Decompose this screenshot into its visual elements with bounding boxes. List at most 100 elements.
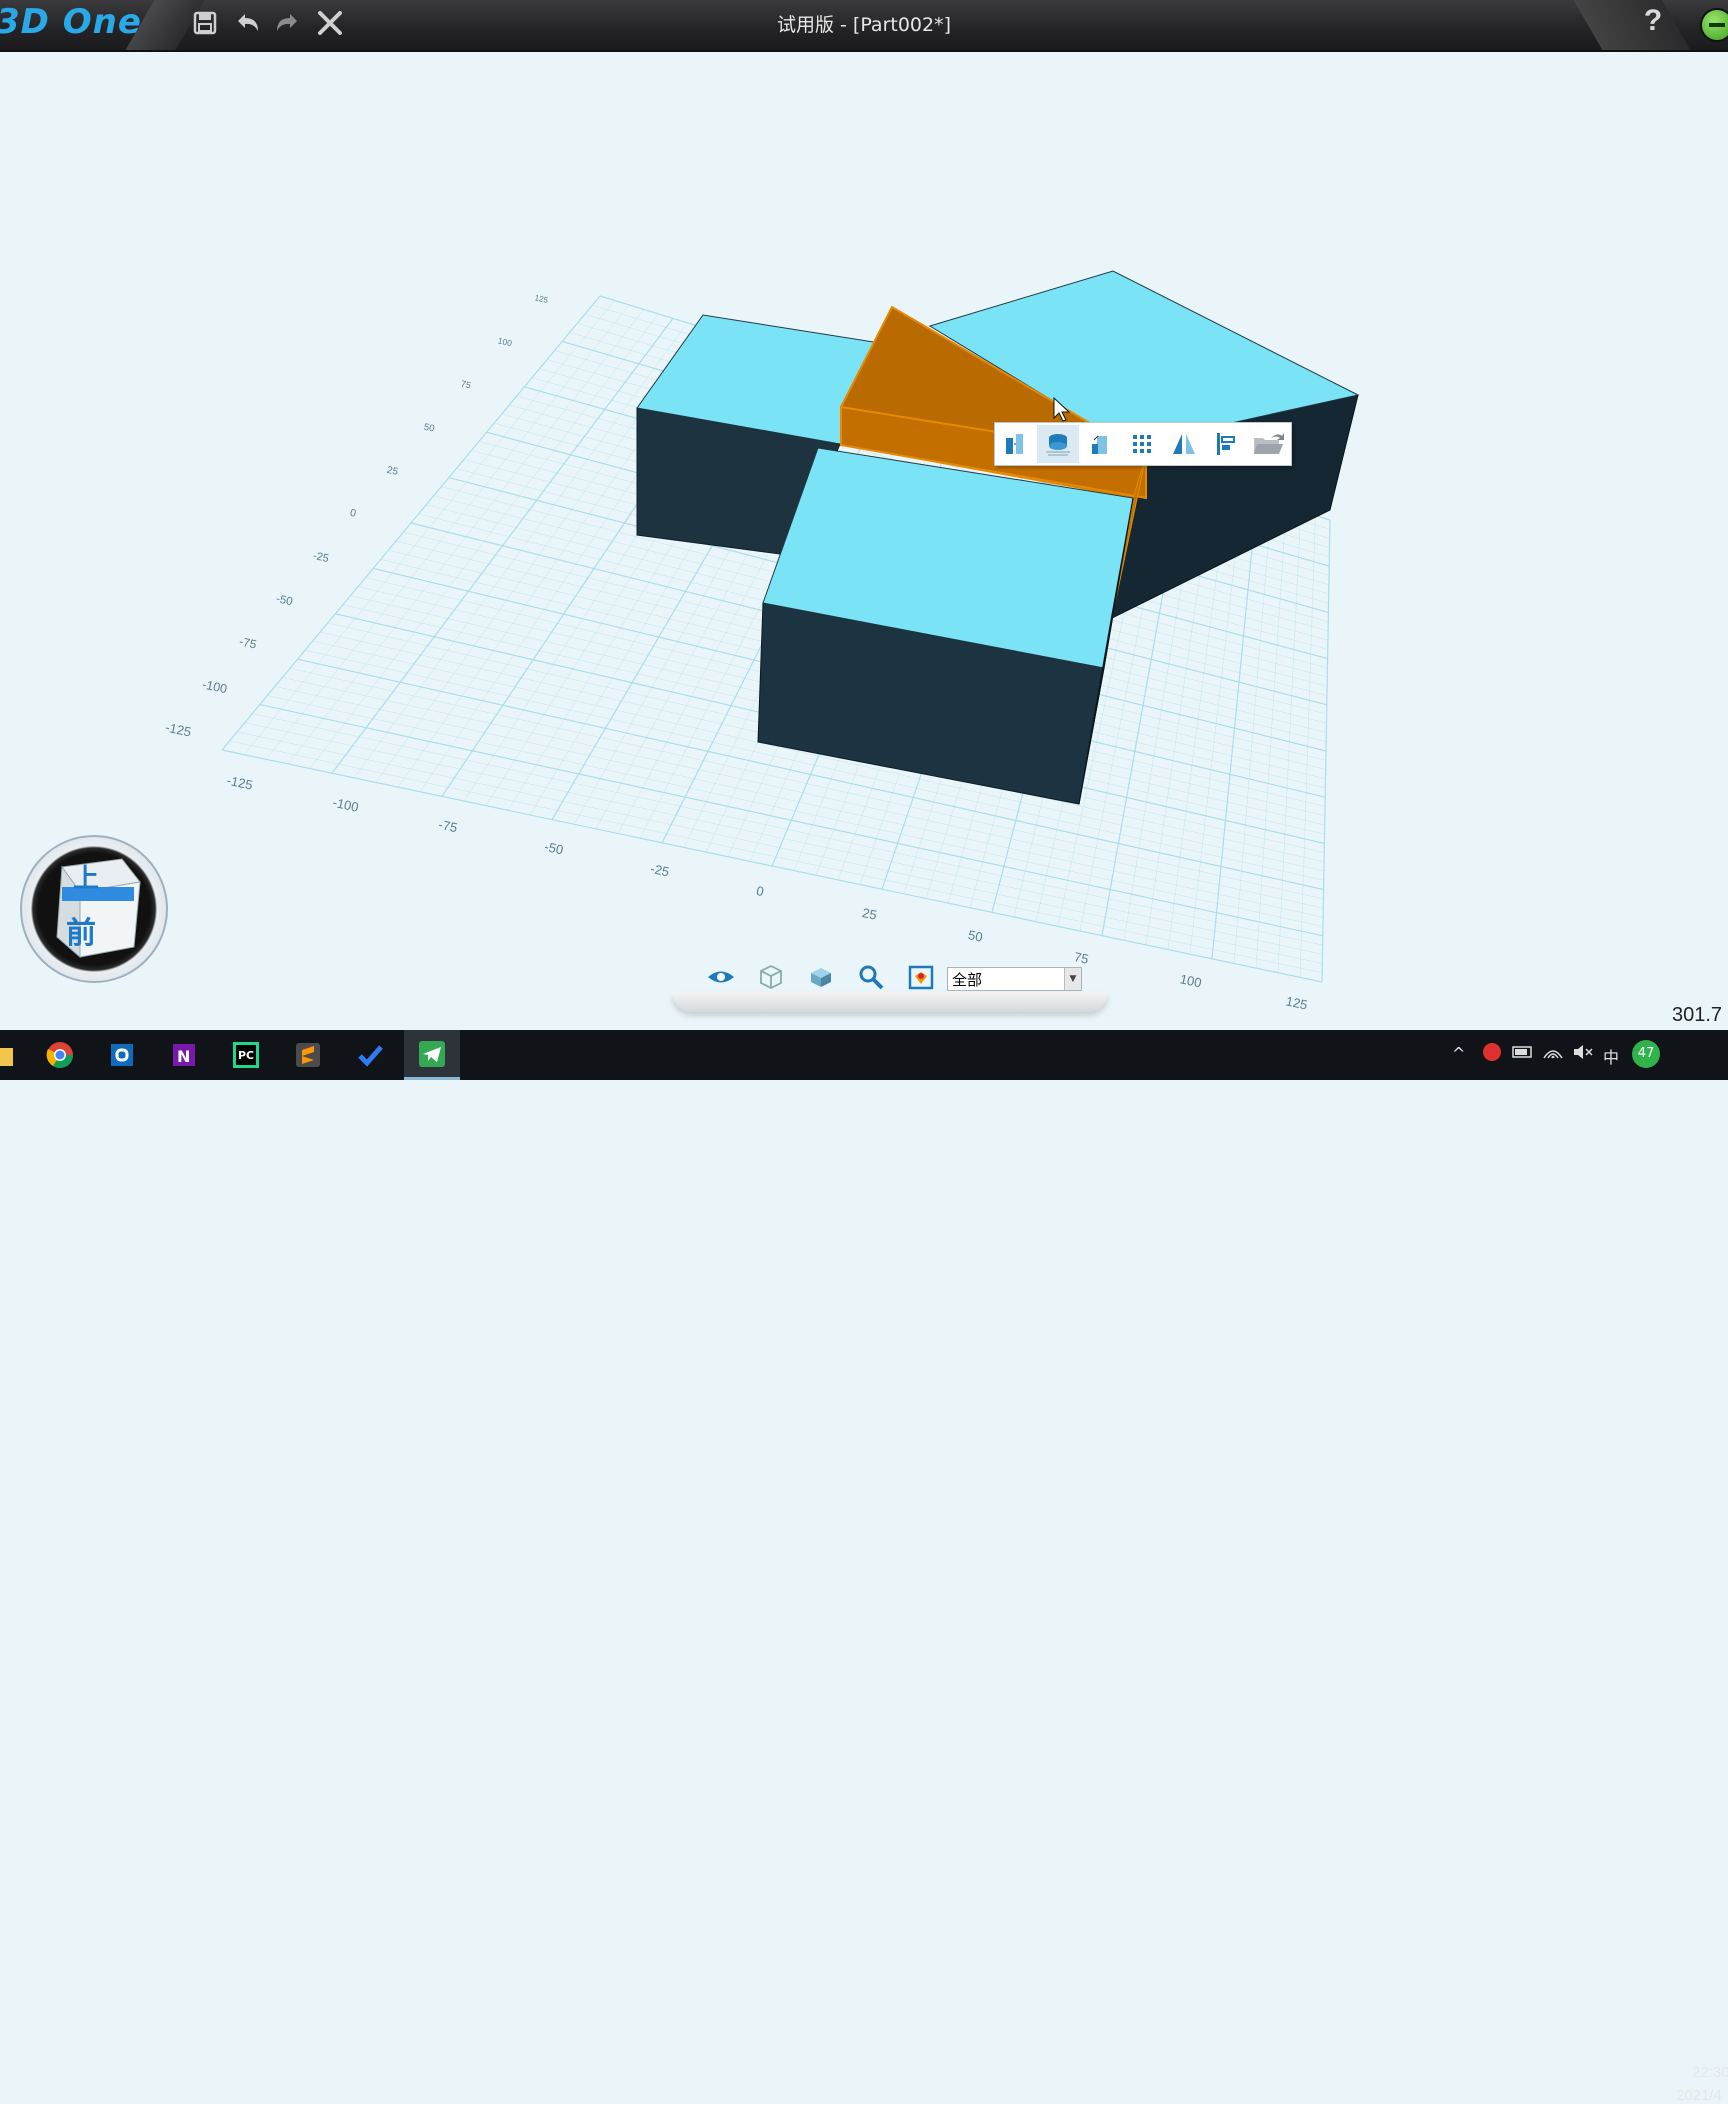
grid-label-y: -125 bbox=[164, 719, 193, 739]
battery-icon[interactable] bbox=[1512, 1042, 1534, 1066]
view-cube-top-label[interactable]: 上 bbox=[73, 858, 99, 895]
outlook-icon bbox=[111, 1044, 133, 1066]
taskbar-chrome[interactable] bbox=[32, 1030, 88, 1080]
3d-viewport[interactable]: -125 -100 -75 -50 -25 0 25 50 75 100 125 -125 -100 -7… bbox=[0, 52, 1728, 1030]
minimize-button[interactable] bbox=[1700, 8, 1728, 42]
open-folder-icon bbox=[1254, 433, 1284, 454]
zoom-icon bbox=[859, 965, 884, 990]
view-visibility-button[interactable] bbox=[706, 962, 736, 992]
mirror-icon bbox=[1173, 434, 1195, 454]
taskbar-telegram[interactable] bbox=[404, 1030, 460, 1080]
grid-label-y: 0 bbox=[349, 507, 357, 520]
save-icon bbox=[193, 11, 217, 35]
extrude-button[interactable] bbox=[1037, 425, 1079, 463]
linear-pattern-button[interactable] bbox=[995, 425, 1037, 463]
help-button[interactable]: ? bbox=[1638, 4, 1668, 44]
floating-toolbar bbox=[994, 422, 1292, 466]
taskbar-file-explorer[interactable] bbox=[0, 1030, 28, 1080]
array-icon bbox=[1133, 435, 1151, 453]
taskbar-pycharm[interactable]: PC bbox=[218, 1030, 274, 1080]
grid-label-y: 100 bbox=[497, 335, 513, 348]
grid-label-y: -100 bbox=[201, 677, 228, 696]
svg-text:PC: PC bbox=[238, 1049, 254, 1062]
undo-button[interactable] bbox=[232, 8, 262, 38]
clock-time[interactable]: 22:30 bbox=[1692, 2064, 1728, 2081]
grid-line bbox=[1299, 515, 1316, 978]
render-button[interactable] bbox=[906, 962, 936, 992]
chrome-icon bbox=[46, 1042, 74, 1069]
taskbar-todo[interactable] bbox=[342, 1030, 398, 1080]
sublime-icon bbox=[296, 1043, 320, 1067]
align-button[interactable] bbox=[1205, 425, 1247, 463]
wireframe-cube-icon bbox=[760, 964, 782, 990]
grid-line bbox=[1321, 519, 1331, 983]
taskbar-outlook[interactable] bbox=[94, 1030, 150, 1080]
filter-dropdown[interactable]: 全部 ▼ bbox=[947, 967, 1082, 991]
title-bar: 3D One 试用版 - [Part002*] ? bbox=[0, 0, 1728, 52]
pycharm-icon: PC bbox=[233, 1042, 259, 1068]
3d-scene[interactable]: -125 -100 -75 -50 -25 0 25 50 75 100 125 -125 -100 -7… bbox=[0, 52, 1728, 1030]
zoom-button[interactable] bbox=[856, 962, 886, 992]
clock-date[interactable]: 2021/4 bbox=[1676, 2087, 1722, 2104]
mirror-button[interactable] bbox=[1163, 425, 1205, 463]
grid-label-x: -75 bbox=[437, 817, 459, 836]
notification-badge[interactable]: 47 bbox=[1632, 1040, 1660, 1068]
grid-label-y: -75 bbox=[238, 634, 258, 651]
grid-line bbox=[1233, 502, 1272, 964]
taskbar-onenote[interactable]: N bbox=[156, 1030, 212, 1080]
notification-badge-count: 47 bbox=[1632, 1040, 1660, 1068]
title-bar-right-decoration bbox=[1573, 0, 1691, 50]
grid-label-x: -125 bbox=[225, 773, 254, 793]
align-icon bbox=[1217, 433, 1235, 455]
linear-pattern-icon bbox=[1006, 434, 1023, 454]
grid-label-x: -100 bbox=[331, 795, 360, 815]
grid-label-y: 50 bbox=[423, 422, 436, 435]
tray-expand-icon[interactable]: ^ bbox=[1452, 1044, 1465, 1063]
tray-app-icon[interactable] bbox=[1482, 1042, 1502, 1066]
chevron-down-icon[interactable]: ▼ bbox=[1064, 968, 1081, 990]
cylinder-button[interactable] bbox=[1079, 425, 1121, 463]
todo-icon bbox=[358, 1045, 383, 1067]
render-icon bbox=[908, 965, 934, 990]
close-icon bbox=[318, 11, 342, 35]
filter-dropdown-value: 全部 bbox=[952, 971, 983, 989]
redo-icon bbox=[277, 14, 297, 31]
shaded-cube-icon bbox=[811, 968, 831, 987]
onenote-icon: N bbox=[173, 1044, 195, 1066]
grid-label-y: 125 bbox=[534, 293, 549, 305]
front-block[interactable] bbox=[757, 447, 1134, 805]
grid-label-x: -50 bbox=[543, 839, 565, 858]
taskbar: N PC ^ 中 47 22:30 2021/4 bbox=[0, 1030, 1728, 2104]
open-folder-button[interactable] bbox=[1247, 425, 1289, 463]
taskbar-sublime[interactable] bbox=[280, 1030, 336, 1080]
grid-label-x: 0 bbox=[755, 883, 765, 899]
grid-label-y: -25 bbox=[312, 550, 330, 565]
app-logo: 3D One bbox=[0, 2, 142, 42]
grid-label-y: 75 bbox=[460, 379, 472, 391]
view-cube-front-label[interactable]: 前 bbox=[66, 908, 96, 952]
record-icon bbox=[1483, 1043, 1501, 1061]
folder-icon bbox=[0, 1048, 13, 1066]
eye-icon bbox=[708, 971, 734, 983]
grid-label-y: -50 bbox=[275, 593, 294, 608]
ime-indicator[interactable]: 中 bbox=[1603, 1044, 1619, 1068]
grid-label-y: 25 bbox=[386, 465, 400, 478]
cylinder-icon bbox=[1092, 435, 1107, 454]
volume-muted-icon[interactable] bbox=[1572, 1042, 1594, 1066]
svg-text:N: N bbox=[177, 1047, 190, 1066]
grid-label-x: 100 bbox=[1179, 971, 1203, 990]
grid-label-x: 25 bbox=[861, 905, 878, 923]
shaded-view-button[interactable] bbox=[806, 962, 836, 992]
undo-icon bbox=[238, 14, 258, 31]
wireframe-view-button[interactable] bbox=[756, 962, 786, 992]
redo-button[interactable] bbox=[273, 8, 303, 38]
extrude-icon bbox=[1046, 434, 1070, 456]
grid-label-x: -25 bbox=[649, 861, 671, 880]
wifi-icon[interactable] bbox=[1542, 1042, 1564, 1066]
telegram-icon bbox=[419, 1040, 445, 1067]
save-button[interactable] bbox=[190, 8, 220, 38]
coordinate-readout: 301.7 bbox=[1672, 1004, 1723, 1026]
array-button[interactable] bbox=[1121, 425, 1163, 463]
grid-label-x: 125 bbox=[1285, 993, 1309, 1012]
close-document-button[interactable] bbox=[315, 8, 345, 38]
